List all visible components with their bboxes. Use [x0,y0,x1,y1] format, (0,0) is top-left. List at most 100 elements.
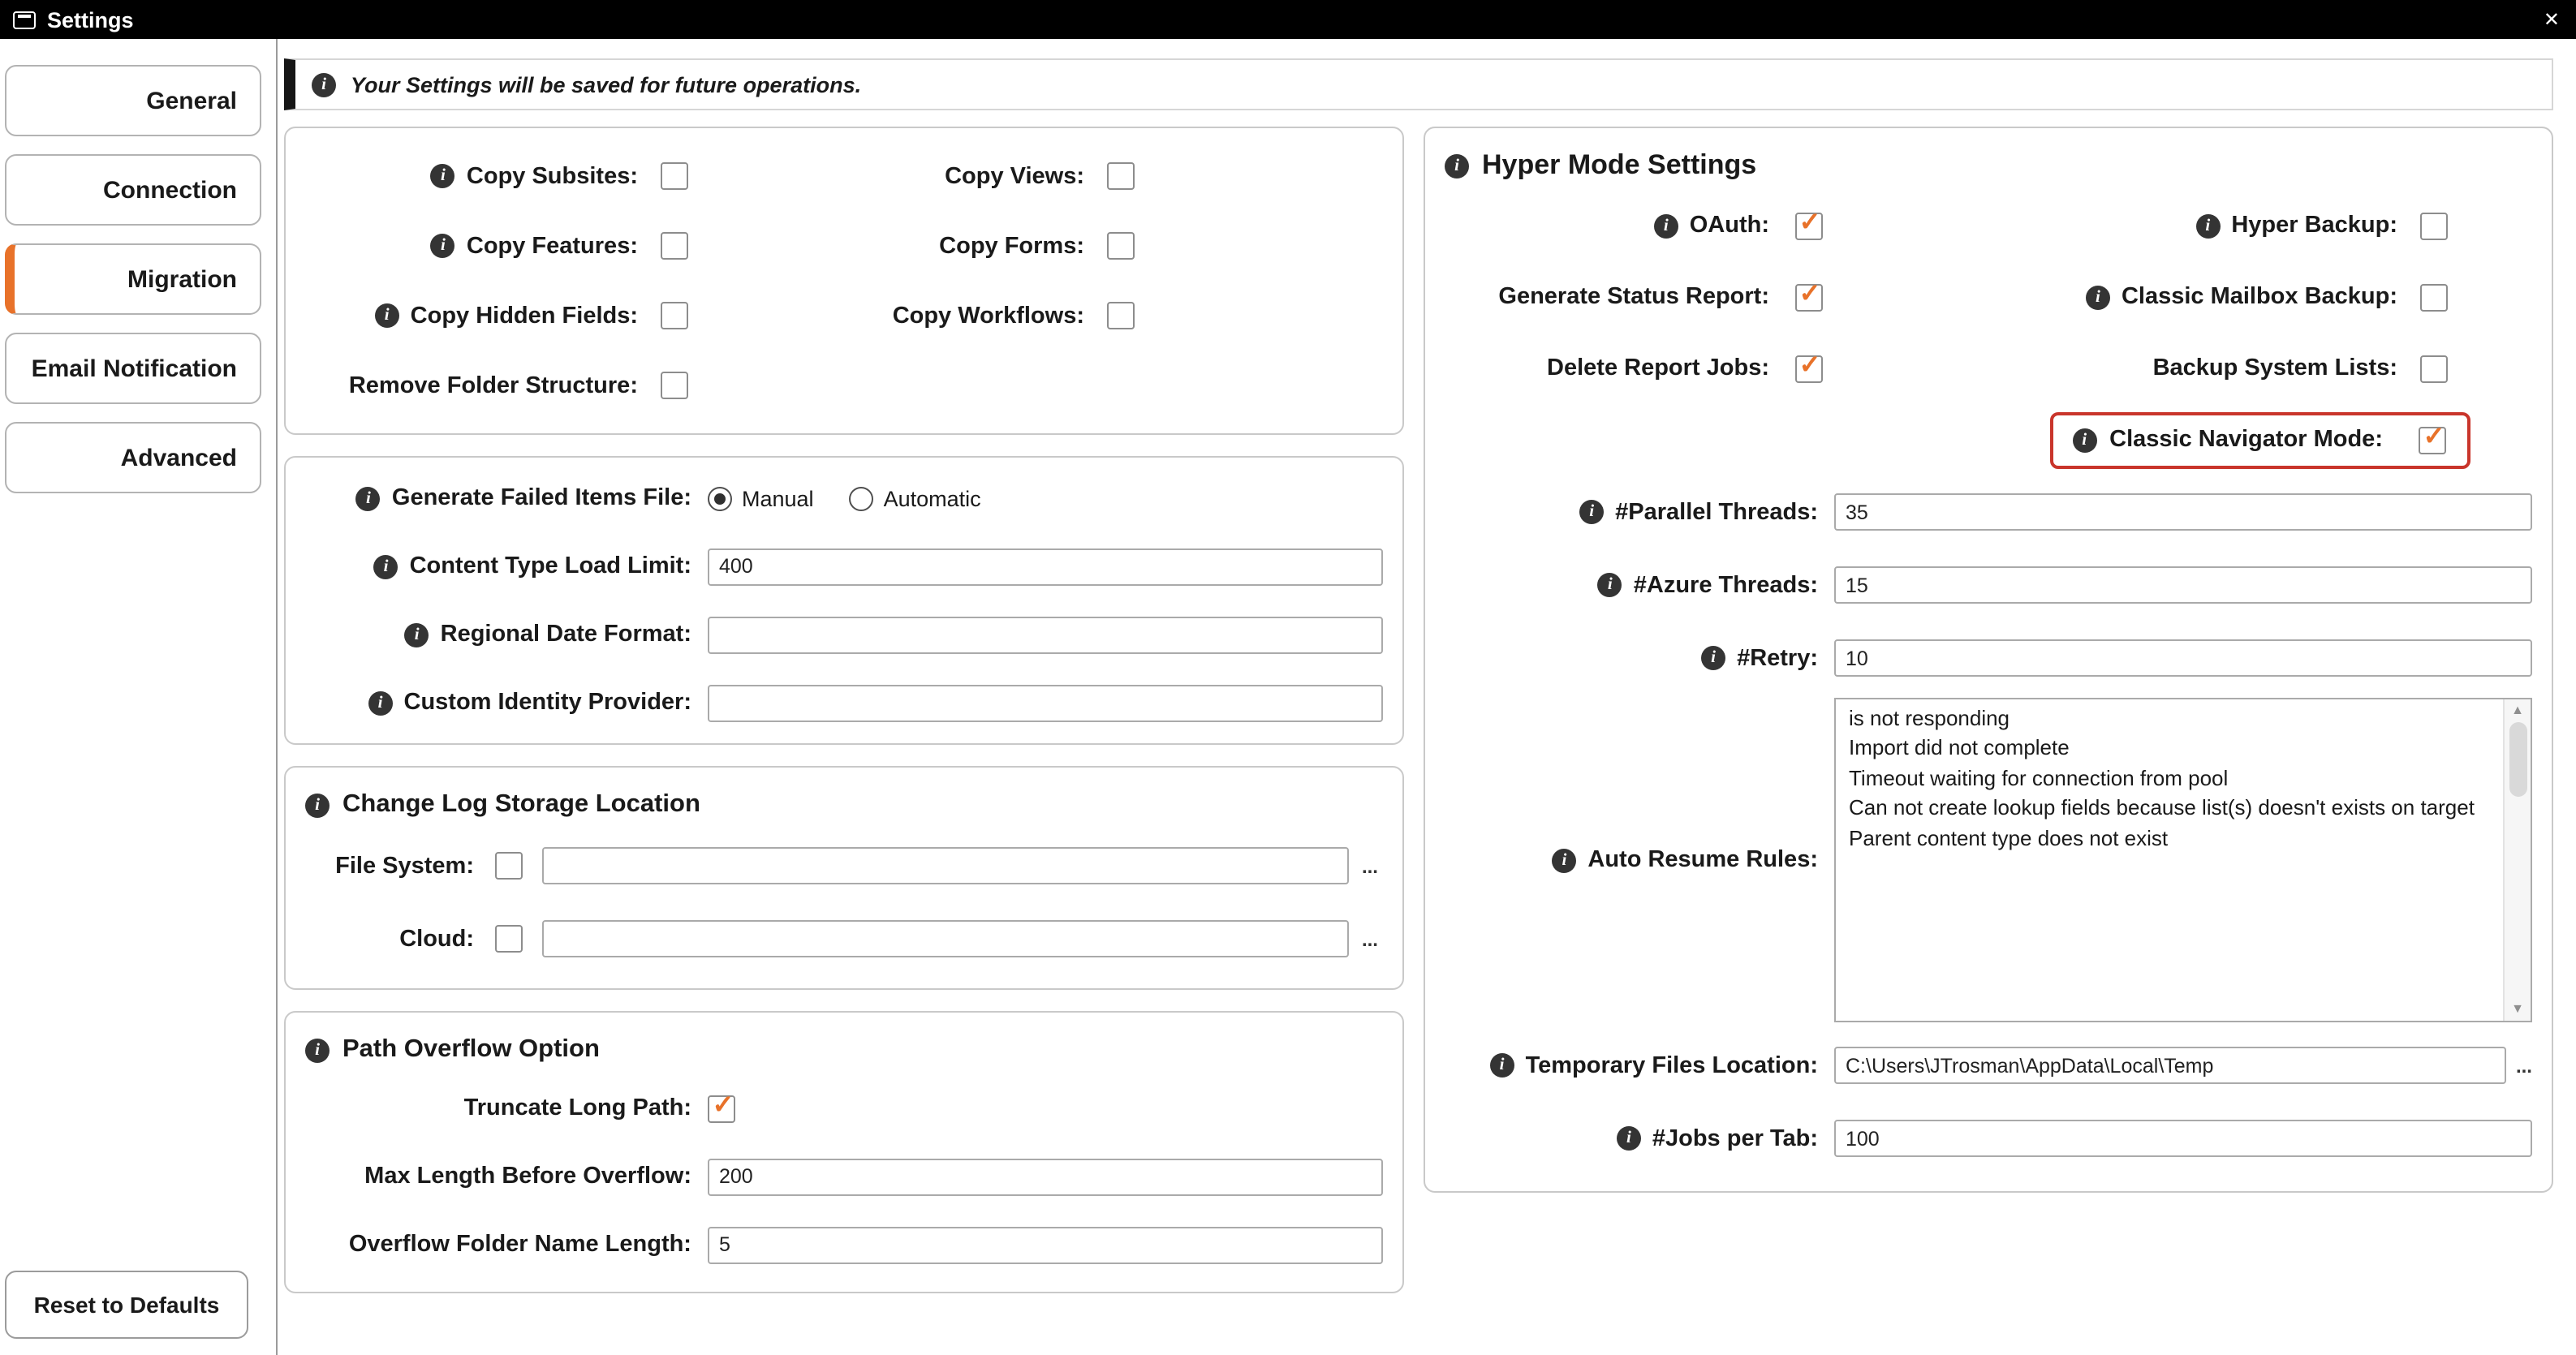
truncate-long-path-ctrl: ✓ [708,1093,1383,1122]
info-icon[interactable]: i [1552,848,1577,872]
copy-views-cell [1084,162,1157,190]
overflow-folder-name-length-input[interactable] [708,1226,1383,1263]
info-icon[interactable]: i [355,486,381,510]
info-icon[interactable]: i [368,690,393,715]
label-text: Classic Mailbox Backup: [2121,284,2397,310]
label-text: Classic Navigator Mode: [2109,427,2383,453]
parallel-threads-ctrl [1834,493,2532,531]
copy-options-grid: i Copy Subsites: Copy Views: i Copy Feat… [305,141,1383,420]
scroll-up-icon[interactable]: ▲ [2511,703,2524,717]
truncate-long-path-row: Truncate Long Path: ✓ [305,1074,1383,1142]
auto-resume-rules-label: i Auto Resume Rules: [1445,847,1834,873]
info-icon[interactable]: i [2085,285,2110,309]
classic-mailbox-backup-label: i Classic Mailbox Backup: [1847,284,2397,310]
info-icon[interactable]: i [1445,153,1469,178]
migration-settings-content: i Your Settings will be saved for future… [278,39,2576,1355]
azure-threads-label: i #Azure Threads: [1445,572,1834,598]
scrollbar-thumb[interactable] [2509,722,2526,797]
backup-system-lists-cell [2397,355,2470,382]
info-icon[interactable]: i [1597,573,1622,597]
check-icon: ✓ [1798,281,1821,308]
info-icon[interactable]: i [305,793,330,817]
truncate-long-path-checkbox[interactable]: ✓ [708,1093,735,1122]
close-icon[interactable]: ✕ [2544,8,2560,31]
copy-subsites-checkbox[interactable] [661,162,688,190]
temporary-files-browse-button[interactable]: ... [2516,1056,2532,1075]
regional-date-format-input[interactable] [708,616,1383,653]
max-length-input[interactable] [708,1158,1383,1195]
copy-subsites-label: i Copy Subsites: [305,163,638,189]
cloud-cb-cell [482,925,534,953]
info-icon[interactable]: i [1653,213,1678,238]
regional-date-format-label: i Regional Date Format: [305,622,708,647]
tab-advanced[interactable]: Advanced [5,422,261,493]
generate-status-report-label: Generate Status Report: [1445,284,1769,310]
label-text: Generate Status Report: [1498,284,1769,310]
check-icon: ✓ [2423,424,2445,451]
temporary-files-location-label: i Temporary Files Location: [1445,1052,1834,1078]
classic-navigator-mode-checkbox[interactable]: ✓ [2419,424,2446,454]
hyper-mode-title: i Hyper Mode Settings [1445,141,2532,190]
file-system-browse-button[interactable]: ... [1357,856,1383,875]
jobs-per-tab-input[interactable] [1834,1120,2532,1157]
label-text: #Parallel Threads: [1615,499,1818,525]
info-icon[interactable]: i [430,164,455,188]
info-icon[interactable]: i [404,622,429,647]
cloud-label: Cloud: [305,926,474,952]
app-icon [13,11,36,28]
delete-report-jobs-checkbox[interactable]: ✓ [1794,352,1822,382]
backup-system-lists-checkbox[interactable] [2420,355,2448,382]
automatic-radio-option[interactable]: Automatic [849,486,981,510]
auto-resume-rules-text[interactable]: is not responding Import did not complet… [1836,699,2503,1021]
tab-connection[interactable]: Connection [5,154,261,226]
main-area: General Connection Migration Email Notif… [0,39,2576,1355]
sidebar: General Connection Migration Email Notif… [0,39,278,1355]
parallel-threads-row: i #Parallel Threads: [1445,475,2532,548]
azure-threads-input[interactable] [1834,566,2532,604]
remove-folder-structure-checkbox[interactable] [661,372,688,399]
file-system-path-input[interactable] [542,847,1349,884]
retry-input[interactable] [1834,639,2532,677]
copy-features-checkbox[interactable] [661,232,688,260]
reset-to-defaults-button[interactable]: Reset to Defaults [5,1271,248,1339]
info-icon[interactable]: i [1701,646,1726,670]
info-icon[interactable]: i [1616,1126,1641,1151]
automatic-radio[interactable] [849,486,874,510]
auto-resume-rules-textarea[interactable]: is not responding Import did not complet… [1834,698,2532,1022]
info-icon[interactable]: i [2195,213,2221,238]
copy-hidden-fields-checkbox[interactable] [661,302,688,329]
content-type-load-limit-input[interactable] [708,548,1383,585]
info-icon[interactable]: i [430,234,455,258]
copy-views-checkbox[interactable] [1107,162,1135,190]
info-icon[interactable]: i [1489,1053,1514,1078]
manual-radio-option[interactable]: Manual [708,486,814,510]
scrollbar[interactable]: ▲ ▼ [2503,699,2531,1021]
info-icon[interactable]: i [1579,500,1605,524]
cloud-checkbox[interactable] [494,925,522,953]
custom-identity-provider-input[interactable] [708,684,1383,721]
custom-identity-provider-label: i Custom Identity Provider: [305,690,708,716]
manual-radio[interactable] [708,486,732,510]
generate-status-report-checkbox[interactable]: ✓ [1794,281,1822,311]
temporary-files-location-input[interactable] [1834,1047,2506,1084]
info-icon[interactable]: i [2072,428,2097,452]
hyper-backup-checkbox[interactable] [2420,212,2448,239]
check-icon: ✓ [1798,352,1821,380]
copy-workflows-checkbox[interactable] [1107,302,1135,329]
tab-email-notification[interactable]: Email Notification [5,333,261,404]
label-text: File System: [335,853,474,879]
oauth-checkbox[interactable]: ✓ [1794,210,1822,239]
classic-mailbox-backup-checkbox[interactable] [2420,283,2448,311]
info-icon[interactable]: i [373,554,398,579]
tab-general[interactable]: General [5,65,261,136]
left-column: i Copy Subsites: Copy Views: i Copy Feat… [284,127,1404,1314]
parallel-threads-input[interactable] [1834,493,2532,531]
copy-forms-checkbox[interactable] [1107,232,1135,260]
info-icon[interactable]: i [305,1038,330,1062]
scroll-down-icon[interactable]: ▼ [2511,1002,2524,1016]
cloud-path-input[interactable] [542,920,1349,957]
cloud-browse-button[interactable]: ... [1357,929,1383,948]
info-icon[interactable]: i [374,303,399,328]
tab-migration[interactable]: Migration [5,243,261,315]
file-system-checkbox[interactable] [494,852,522,880]
